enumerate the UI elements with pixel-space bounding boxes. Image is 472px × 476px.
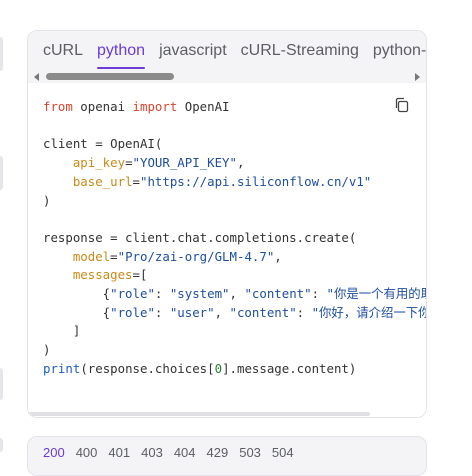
code-token: "system": [169, 286, 230, 302]
code-token: messages: [72, 267, 133, 283]
code-token: api_key: [72, 155, 126, 171]
code-token: ,: [214, 304, 230, 320]
code-token: =: [132, 173, 140, 189]
status-tab-403[interactable]: 403: [141, 445, 163, 460]
status-tab-503[interactable]: 503: [239, 445, 261, 460]
tabs-horizontal-scrollbar[interactable]: [28, 71, 426, 83]
code-line: ]: [43, 322, 426, 341]
status-tab-404[interactable]: 404: [174, 445, 196, 460]
left-edge-marker: [0, 368, 3, 400]
status-tab-504[interactable]: 504: [272, 445, 294, 460]
scrollbar-thumb[interactable]: [28, 412, 370, 416]
code-token: =[: [132, 267, 148, 283]
code-line: {"role": "user", "content": "你好，请介绍一下你: [43, 304, 426, 323]
tab-python[interactable]: python: [90, 31, 152, 71]
code-token: :: [154, 286, 170, 302]
tab-curl[interactable]: cURL: [28, 31, 90, 71]
code-token: 0: [214, 360, 223, 376]
code-sample-panel: cURL python javascript cURL-Streaming py…: [27, 30, 427, 418]
status-tab-429[interactable]: 429: [207, 445, 229, 460]
code-token: :: [311, 286, 327, 302]
left-edge-marker: [0, 156, 3, 190]
code-line: model="Pro/zai-org/GLM-4.7",: [43, 248, 426, 267]
response-panel: 200 400 401 403 404 429 503 504: [27, 436, 427, 476]
tab-python-streaming[interactable]: python-Stre: [366, 31, 426, 71]
status-tab-200[interactable]: 200: [43, 445, 65, 460]
code-token: =: [125, 155, 133, 171]
tab-javascript[interactable]: javascript: [152, 31, 234, 71]
code-token: model: [72, 248, 111, 264]
status-tab-400[interactable]: 400: [76, 445, 98, 460]
tab-curl-streaming[interactable]: cURL-Streaming: [234, 31, 366, 71]
code-token: "YOUR_API_KEY": [132, 155, 237, 171]
scroll-left-arrow-icon[interactable]: [34, 73, 39, 81]
code-token: "role": [110, 286, 155, 302]
code-token: "你好，请介绍一下你: [311, 304, 426, 320]
code-line: api_key="YOUR_API_KEY",: [43, 154, 426, 173]
scrollbar-thumb[interactable]: [46, 73, 174, 80]
code-block: from openai import OpenAI client = OpenA…: [28, 83, 426, 417]
code-line: client = OpenAI(: [43, 135, 426, 154]
status-tab-401[interactable]: 401: [108, 445, 130, 460]
language-tabs: cURL python javascript cURL-Streaming py…: [28, 31, 426, 71]
code-token: ,: [274, 248, 282, 264]
status-code-tabs: 200 400 401 403 404 429 503 504: [43, 445, 305, 460]
code-token: ].message.content): [222, 360, 357, 376]
code-token: from: [43, 99, 73, 114]
code-line: messages=[: [43, 266, 426, 285]
code-token: openai: [72, 99, 133, 114]
code-token: :: [154, 304, 170, 320]
code-token: ): [43, 192, 51, 208]
code-token: base_url: [72, 173, 133, 189]
left-edge-marker: [0, 37, 3, 71]
code-content: from openai import OpenAI client = OpenA…: [43, 98, 426, 379]
code-line: response = client.chat.completions.creat…: [43, 229, 426, 248]
code-line: ): [43, 192, 426, 211]
code-line: print(response.choices[0].message.conten…: [43, 360, 426, 379]
code-token: "https://api.siliconflow.cn/v1": [140, 173, 372, 189]
code-line: ): [43, 341, 426, 360]
code-token: "Pro/zai-org/GLM-4.7": [117, 248, 275, 264]
code-token: response = client.chat.completions.creat…: [43, 229, 357, 245]
code-token: client = OpenAI(: [43, 136, 163, 152]
code-token: ,: [229, 286, 245, 302]
code-token: ): [43, 342, 51, 358]
code-horizontal-scrollbar[interactable]: [28, 411, 426, 417]
scroll-right-arrow-icon[interactable]: [415, 73, 420, 81]
code-token: "user": [169, 304, 215, 320]
code-token: OpenAI: [177, 99, 230, 114]
code-token: "role": [110, 304, 155, 320]
code-token: :: [296, 304, 312, 320]
left-edge-marker: [0, 438, 3, 452]
code-token: "你是一个有用的助: [326, 286, 427, 302]
code-line: base_url="https://api.siliconflow.cn/v1": [43, 173, 426, 192]
code-token: ]: [43, 323, 81, 339]
code-line: from openai import OpenAI: [43, 98, 426, 117]
code-token: import: [132, 99, 178, 114]
code-token: print: [43, 360, 81, 376]
code-token: "content": [229, 304, 297, 320]
copy-icon[interactable]: [394, 97, 410, 113]
code-line: {"role": "system", "content": "你是一个有用的助: [43, 285, 426, 304]
code-token: "content": [244, 286, 312, 302]
code-token: {: [43, 286, 111, 302]
code-token: ,: [236, 155, 245, 171]
code-token: =: [110, 248, 118, 264]
code-token: (response.choices[: [80, 360, 215, 376]
code-token: {: [43, 304, 111, 320]
